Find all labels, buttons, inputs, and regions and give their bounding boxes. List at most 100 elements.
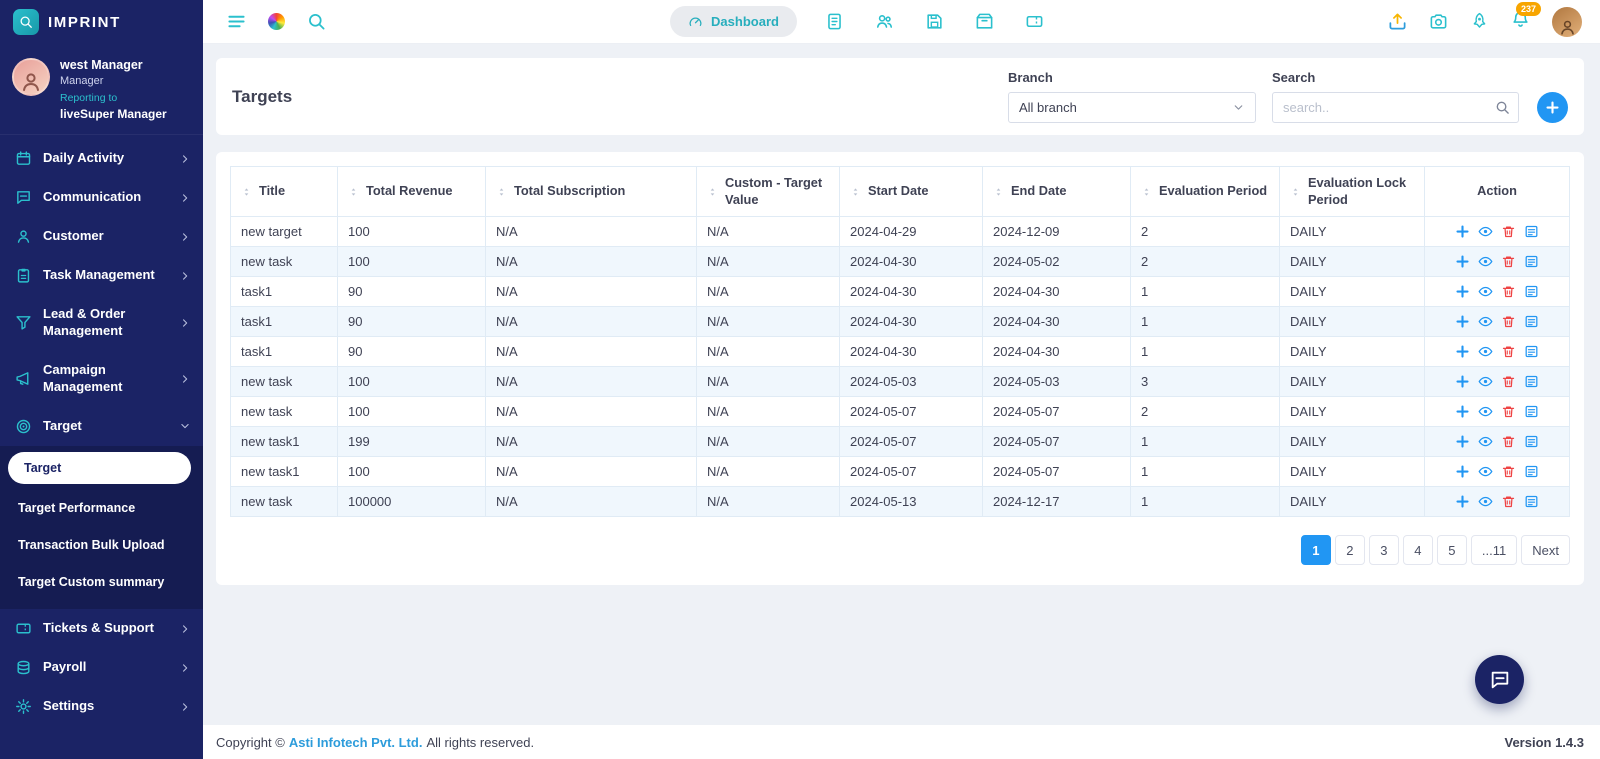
column-header-evaluation-lock-period[interactable]: Evaluation Lock Period [1280, 167, 1425, 217]
add-action-icon[interactable] [1455, 314, 1470, 329]
sidebar-item-communication[interactable]: Communication [0, 178, 203, 217]
page-button-last[interactable]: ...11 [1471, 535, 1517, 565]
details-action-icon[interactable] [1524, 494, 1539, 509]
column-header-total-subscription[interactable]: Total Subscription [486, 167, 697, 217]
profile-avatar[interactable] [1552, 7, 1582, 37]
details-action-icon[interactable] [1524, 284, 1539, 299]
view-action-icon[interactable] [1478, 284, 1493, 299]
team-icon[interactable] [875, 12, 894, 31]
delete-action-icon[interactable] [1501, 254, 1516, 269]
tickets-support-icon [15, 620, 32, 637]
view-action-icon[interactable] [1478, 494, 1493, 509]
sidebar-item-customer[interactable]: Customer [0, 217, 203, 256]
add-action-icon[interactable] [1455, 464, 1470, 479]
add-action-icon[interactable] [1455, 494, 1470, 509]
sort-icon[interactable] [496, 185, 507, 199]
details-action-icon[interactable] [1524, 254, 1539, 269]
view-action-icon[interactable] [1478, 374, 1493, 389]
delete-action-icon[interactable] [1501, 404, 1516, 419]
sidebar-item-tickets-support[interactable]: Tickets & Support [0, 609, 203, 648]
company-link[interactable]: Asti Infotech Pvt. Ltd. [289, 735, 423, 750]
add-action-icon[interactable] [1455, 404, 1470, 419]
sort-icon[interactable] [1290, 185, 1301, 199]
column-header-end-date[interactable]: End Date [983, 167, 1131, 217]
page-button-1[interactable]: 1 [1301, 535, 1331, 565]
column-header-action[interactable]: Action [1425, 167, 1570, 217]
sidebar-item-payroll[interactable]: Payroll [0, 648, 203, 687]
view-action-icon[interactable] [1478, 404, 1493, 419]
delete-action-icon[interactable] [1501, 344, 1516, 359]
sort-icon[interactable] [850, 185, 861, 199]
delete-action-icon[interactable] [1501, 314, 1516, 329]
view-action-icon[interactable] [1478, 464, 1493, 479]
column-header-evaluation-period[interactable]: Evaluation Period [1131, 167, 1280, 217]
details-action-icon[interactable] [1524, 374, 1539, 389]
column-header-total-revenue[interactable]: Total Revenue [338, 167, 486, 217]
submenu-item-target-performance[interactable]: Target Performance [0, 490, 203, 527]
sidebar-user-avatar[interactable] [12, 58, 50, 96]
chat-support-button[interactable] [1475, 655, 1524, 704]
search-icon[interactable] [1495, 100, 1510, 115]
column-header-custom-target-value[interactable]: Custom - Target Value [697, 167, 840, 217]
sort-icon[interactable] [348, 185, 359, 199]
details-action-icon[interactable] [1524, 224, 1539, 239]
submenu-item-transaction-bulk-upload[interactable]: Transaction Bulk Upload [0, 527, 203, 564]
add-action-icon[interactable] [1455, 374, 1470, 389]
inventory-icon[interactable] [975, 12, 994, 31]
sidebar-item-task-management[interactable]: Task Management [0, 256, 203, 295]
sidebar-item-campaign-management[interactable]: Campaign Management [0, 351, 203, 407]
page-button-5[interactable]: 5 [1437, 535, 1467, 565]
add-action-icon[interactable] [1455, 284, 1470, 299]
sort-icon[interactable] [707, 185, 718, 199]
column-header-start-date[interactable]: Start Date [840, 167, 983, 217]
save-icon[interactable] [925, 12, 944, 31]
details-action-icon[interactable] [1524, 344, 1539, 359]
dashboard-button[interactable]: Dashboard [670, 6, 797, 37]
sort-icon[interactable] [241, 185, 252, 199]
sidebar-item-daily-activity[interactable]: Daily Activity [0, 139, 203, 178]
branch-select[interactable]: All branch [1008, 92, 1256, 123]
reports-icon[interactable] [825, 12, 844, 31]
view-action-icon[interactable] [1478, 224, 1493, 239]
view-action-icon[interactable] [1478, 254, 1493, 269]
global-search-icon[interactable] [307, 12, 326, 31]
page-button-4[interactable]: 4 [1403, 535, 1433, 565]
delete-action-icon[interactable] [1501, 434, 1516, 449]
delete-action-icon[interactable] [1501, 284, 1516, 299]
sort-icon[interactable] [1141, 185, 1152, 199]
details-action-icon[interactable] [1524, 314, 1539, 329]
view-action-icon[interactable] [1478, 314, 1493, 329]
details-action-icon[interactable] [1524, 434, 1539, 449]
sort-icon[interactable] [993, 185, 1004, 199]
export-data-icon[interactable] [1388, 12, 1407, 31]
add-action-icon[interactable] [1455, 434, 1470, 449]
theme-color-wheel-icon[interactable] [268, 13, 285, 30]
delete-action-icon[interactable] [1501, 464, 1516, 479]
delete-action-icon[interactable] [1501, 224, 1516, 239]
add-target-button[interactable] [1537, 92, 1568, 123]
delete-action-icon[interactable] [1501, 494, 1516, 509]
add-action-icon[interactable] [1455, 254, 1470, 269]
details-action-icon[interactable] [1524, 464, 1539, 479]
page-button-next[interactable]: Next [1521, 535, 1570, 565]
camera-icon[interactable] [1429, 12, 1448, 31]
submenu-item-target-custom-summary[interactable]: Target Custom summary [0, 564, 203, 601]
sidebar-item-settings[interactable]: Settings [0, 687, 203, 726]
search-input[interactable] [1272, 92, 1519, 123]
menu-toggle-icon[interactable] [227, 12, 246, 31]
column-header-title[interactable]: Title [231, 167, 338, 217]
view-action-icon[interactable] [1478, 344, 1493, 359]
sidebar-item-lead-order-management[interactable]: Lead & Order Management [0, 295, 203, 351]
page-button-3[interactable]: 3 [1369, 535, 1399, 565]
tickets-icon[interactable] [1025, 12, 1044, 31]
add-action-icon[interactable] [1455, 344, 1470, 359]
sidebar-item-target[interactable]: Target [0, 407, 203, 446]
add-action-icon[interactable] [1455, 224, 1470, 239]
delete-action-icon[interactable] [1501, 374, 1516, 389]
notifications-button[interactable]: 237 [1511, 10, 1530, 34]
rocket-icon[interactable] [1470, 12, 1489, 31]
page-button-2[interactable]: 2 [1335, 535, 1365, 565]
submenu-item-target[interactable]: Target [8, 452, 191, 485]
details-action-icon[interactable] [1524, 404, 1539, 419]
view-action-icon[interactable] [1478, 434, 1493, 449]
